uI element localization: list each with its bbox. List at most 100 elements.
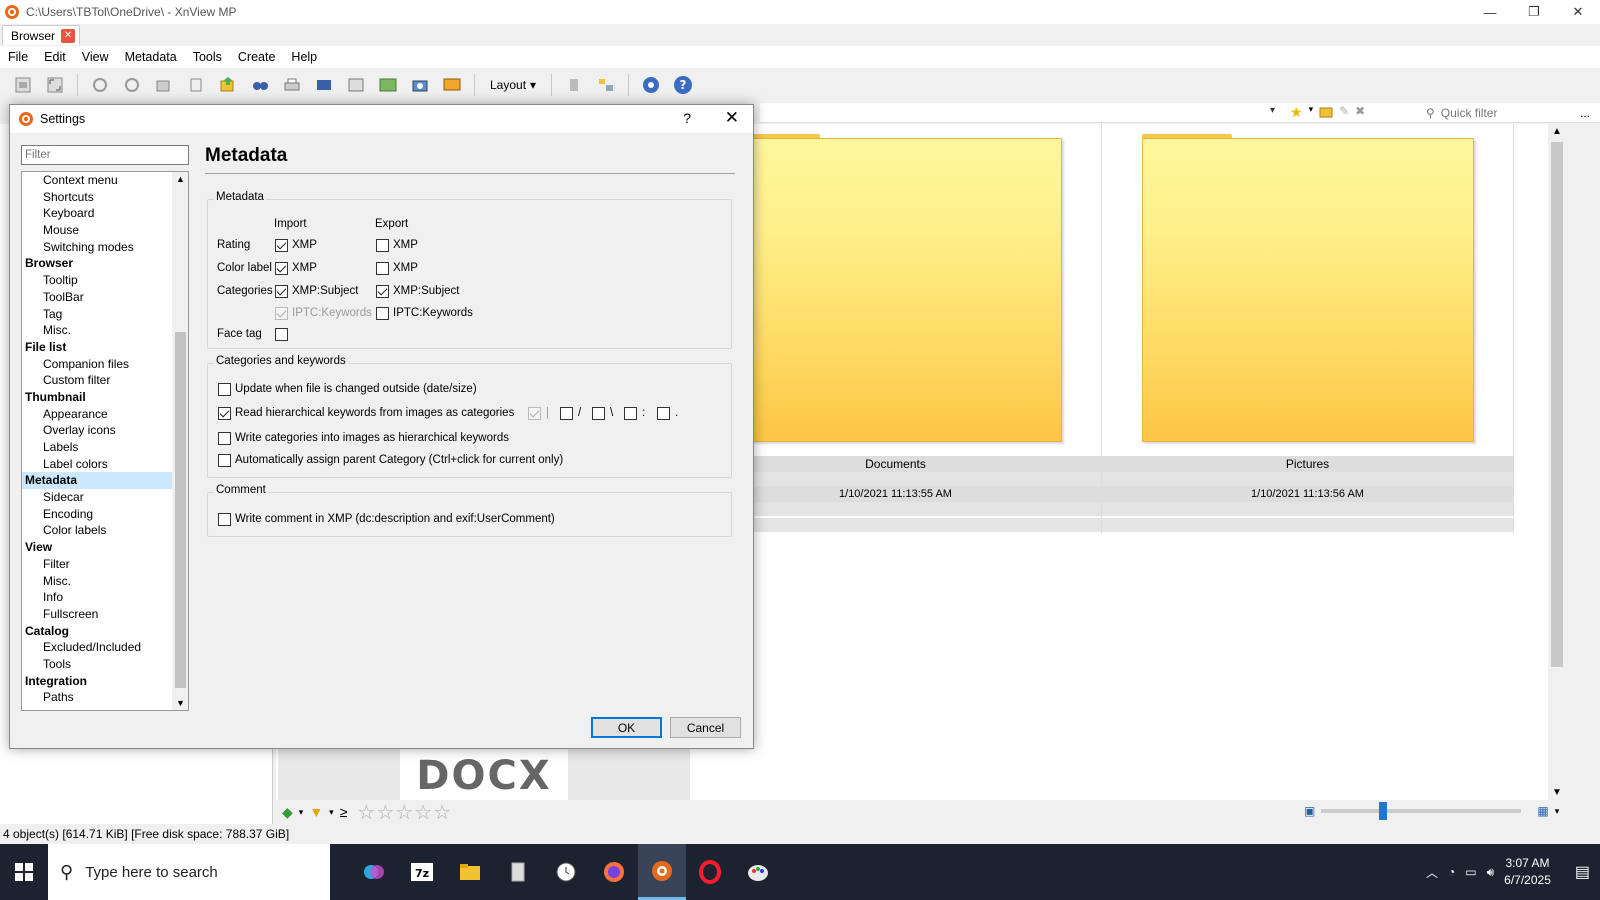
move-to-icon[interactable] [215,72,241,98]
read-hierarchical-checkbox[interactable] [218,407,231,420]
rotate-left-icon[interactable] [87,72,113,98]
settings-tree-item[interactable]: Overlay icons [22,422,172,439]
settings-tree-item[interactable]: Shortcuts [22,189,172,206]
settings-tree-item[interactable]: Companion files [22,356,172,373]
settings-tree-item[interactable]: Labels [22,439,172,456]
find-icon[interactable] [247,72,273,98]
settings-tree-item[interactable]: Keyboard [22,205,172,222]
star-icon[interactable]: ☆ [433,800,451,825]
docx-thumbnail[interactable]: DOCX [278,748,690,800]
chevron-down-icon[interactable]: ▾ [329,807,334,818]
slideshow-icon[interactable] [343,72,369,98]
thumbnail-size-icon[interactable]: ▣ [1304,804,1315,818]
settings-filter-input[interactable]: Filter [21,145,189,165]
categories-import-xmp-subject-checkbox[interactable] [275,285,288,298]
taskbar-clock-app-icon[interactable] [542,844,590,900]
help-icon[interactable]: ? [670,72,696,98]
start-button[interactable] [0,844,48,900]
color-label-import-xmp-checkbox[interactable] [275,262,288,275]
cancel-button[interactable]: Cancel [670,717,741,738]
rating-export-xmp-checkbox[interactable] [376,239,389,252]
view-mode-icon[interactable]: ▦ [1537,804,1548,818]
scroll-up-icon[interactable]: ▲ [1552,126,1562,137]
tree-scrollbar[interactable]: ▲ ▼ [172,172,188,710]
tray-overflow-chevron-icon[interactable]: ︿ [1426,864,1438,881]
scrollbar-thumb[interactable] [1551,142,1563,667]
tab-close-icon[interactable]: ✕ [61,28,76,43]
print-icon[interactable] [279,72,305,98]
volume-icon[interactable]: 🔊︎ [1487,865,1495,880]
scan-icon[interactable] [311,72,337,98]
wallpaper-icon[interactable] [439,72,465,98]
greater-equal-symbol[interactable]: ≥ [340,804,348,820]
settings-tree-item[interactable]: Filter [22,556,172,573]
zoom-slider[interactable] [1321,802,1522,820]
taskbar-file-explorer-icon[interactable] [446,844,494,900]
scroll-up-icon[interactable]: ▲ [176,174,185,184]
taskbar-clipboard-icon[interactable] [494,844,542,900]
settings-tree-item[interactable]: Tag [22,306,172,323]
settings-tree-item[interactable]: Browser [22,255,172,272]
taskbar-xnview-icon[interactable] [638,844,686,900]
menu-edit[interactable]: Edit [36,50,74,64]
network-icon[interactable]: ◔ [1448,865,1455,879]
menu-help[interactable]: Help [283,50,325,64]
settings-tree-item[interactable]: Excluded/Included [22,639,172,656]
minimize-button[interactable]: — [1468,0,1512,24]
rating-filter[interactable]: ☆ ☆ ☆ ☆ ☆ [357,800,451,825]
settings-gear-icon[interactable] [638,72,664,98]
chevron-down-icon[interactable]: ▾ [1555,806,1560,817]
write-hierarchical-checkbox[interactable] [218,432,231,445]
battery-icon[interactable]: ▭ [1465,865,1476,879]
menu-tools[interactable]: Tools [185,50,230,64]
browser-scrollbar[interactable]: ▲ ▼ [1548,124,1566,800]
menu-create[interactable]: Create [230,50,284,64]
scroll-down-icon[interactable]: ▼ [1552,787,1562,798]
path-dropdown-chevron-icon[interactable]: ▾ [1270,105,1275,116]
taskbar-copilot-icon[interactable] [350,844,398,900]
taskbar-opera-icon[interactable] [686,844,734,900]
chevron-down-icon[interactable]: ▾ [299,807,304,818]
taskbar-paint-icon[interactable] [734,844,782,900]
rename-icon[interactable]: ✎ [1339,104,1349,121]
settings-tree-item[interactable]: Mouse [22,222,172,239]
panels-icon[interactable] [593,72,619,98]
notifications-icon[interactable]: ▤ [1575,862,1590,882]
settings-tree-item[interactable]: Thumbnail [22,389,172,406]
settings-tree-item[interactable]: Switching modes [22,239,172,256]
bookmark-icon[interactable] [561,72,587,98]
ok-button[interactable]: OK [591,717,662,738]
settings-tree-item[interactable]: View [22,539,172,556]
thumbnail-item[interactable]: Pictures 1/10/2021 11:13:56 AM [1102,124,1514,534]
taskbar-clock[interactable]: 3:07 AM 6/7/2025 [1504,855,1551,889]
restore-button[interactable]: ❐ [1512,0,1556,24]
dialog-help-button[interactable]: ? [683,110,691,126]
settings-tree-item[interactable]: Misc. [22,322,172,339]
auto-parent-category-checkbox[interactable] [218,454,231,467]
settings-tree-item[interactable]: Info [22,589,172,606]
settings-tree-item[interactable]: Catalog [22,623,172,640]
rating-import-xmp-checkbox[interactable] [275,239,288,252]
separator-dot-checkbox[interactable] [657,407,670,420]
favorites-dropdown-icon[interactable]: ▾ [1309,104,1314,121]
settings-tree-item[interactable]: ToolBar [22,289,172,306]
write-comment-checkbox[interactable] [218,513,231,526]
settings-tree-item[interactable]: Color labels [22,522,172,539]
tab-browser[interactable]: Browser ✕ [2,25,81,45]
separator-colon-checkbox[interactable] [624,407,637,420]
settings-tree-item[interactable]: Tools [22,656,172,673]
transform-icon[interactable] [151,72,177,98]
new-folder-icon[interactable] [1319,104,1333,121]
quick-filter-input[interactable]: ⚲ Quick filter ... [1420,103,1600,123]
settings-tree-item[interactable]: Sidecar [22,489,172,506]
settings-tree-item[interactable]: Encoding [22,506,172,523]
capture-icon[interactable] [407,72,433,98]
quick-filter-more-button[interactable]: ... [1580,106,1590,120]
settings-tree-item[interactable]: Paths [22,689,172,706]
close-window-button[interactable]: ✕ [1556,0,1600,24]
sort-icon[interactable]: ◆ [282,804,293,821]
update-outside-checkbox[interactable] [218,383,231,396]
menu-metadata[interactable]: Metadata [117,50,185,64]
categories-export-xmp-subject-checkbox[interactable] [376,285,389,298]
tree-scrollbar-thumb[interactable] [175,332,186,688]
